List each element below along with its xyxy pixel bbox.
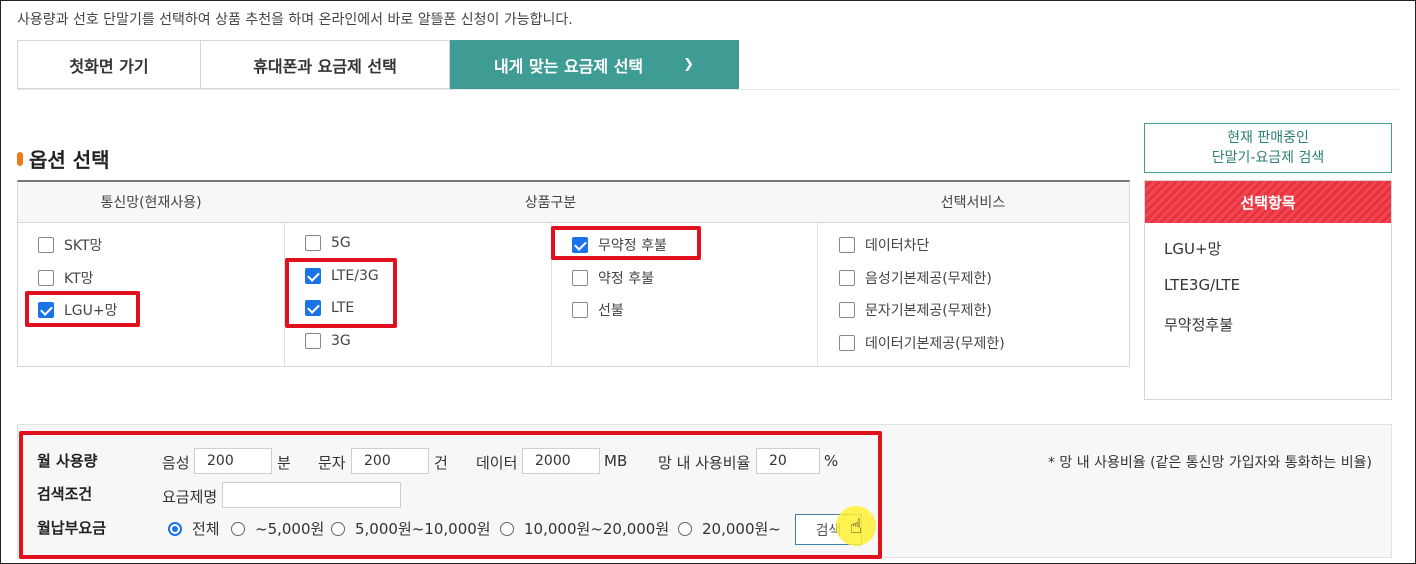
checkbox-voice-unlimited[interactable]: 음성기본제공(무제한) xyxy=(839,268,992,288)
checkbox-box[interactable] xyxy=(38,270,54,286)
column-header-service: 선택서비스 xyxy=(817,182,1129,223)
selected-items-title-text: 선택항목 xyxy=(1240,193,1296,212)
checkbox-label: 데이터차단 xyxy=(865,238,930,254)
checkbox-label: 데이터기본제공(무제한) xyxy=(865,336,1005,352)
search-button-line2: 단말기-요금제 검색 xyxy=(1211,150,1325,166)
checkbox-box[interactable] xyxy=(305,235,321,251)
checkbox-contract-postpaid[interactable]: 약정 후불 xyxy=(572,268,654,288)
column-header-service-text: 선택서비스 xyxy=(940,195,1006,211)
selected-item: LTE3G/LTE xyxy=(1164,276,1241,294)
column-header-network: 통신망(현재사용) xyxy=(18,182,284,223)
checkbox-label: 약정 후불 xyxy=(598,271,654,287)
tab-home[interactable]: 첫화면 가기 xyxy=(17,40,201,89)
device-plan-search-button[interactable]: 현재 판매중인 단말기-요금제 검색 xyxy=(1144,123,1392,173)
ratio-note: * 망 내 사용비율 (같은 통신망 가입자와 통화하는 비율) xyxy=(1047,455,1372,471)
checkbox-prepaid[interactable]: 선불 xyxy=(572,300,624,320)
checkbox-box[interactable] xyxy=(572,302,588,318)
intro-text: 사용량과 선호 단말기를 선택하여 상품 추천을 하며 온라인에서 바로 알뜰폰… xyxy=(17,12,573,28)
checkbox-label: 문자기본제공(무제한) xyxy=(865,303,992,319)
selected-item: LGU+망 xyxy=(1164,240,1222,258)
search-button-line1: 현재 판매중인 xyxy=(1227,130,1309,146)
tab-home-label: 첫화면 가기 xyxy=(69,56,149,76)
selected-items-panel: 선택항목 LGU+망 LTE3G/LTE 무약정후불 xyxy=(1144,180,1392,400)
column-header-product-text: 상품구분 xyxy=(524,195,577,211)
checkbox-label: 선불 xyxy=(598,303,624,319)
checkbox-label: 음성기본제공(무제한) xyxy=(865,271,992,287)
column-header-network-text: 통신망(현재사용) xyxy=(100,195,202,211)
tab-my-plan[interactable]: 내게 맞는 요금제 선택 ❯ xyxy=(450,40,739,89)
checkbox-label: SKT망 xyxy=(64,238,103,254)
section-title: 옵션 선택 xyxy=(17,144,110,173)
tab-phone-plan[interactable]: 휴대폰과 요금제 선택 xyxy=(201,40,450,89)
checkbox-kt[interactable]: KT망 xyxy=(38,268,94,288)
column-header-product: 상품구분 xyxy=(284,182,817,223)
column-divider xyxy=(817,223,818,367)
checkbox-label: KT망 xyxy=(64,271,94,287)
checkbox-label: 3G xyxy=(331,333,351,349)
checkbox-data-unlimited[interactable]: 데이터기본제공(무제한) xyxy=(839,333,1005,353)
checkbox-box[interactable] xyxy=(305,333,321,349)
checkbox-box[interactable] xyxy=(839,335,855,351)
checkbox-skt[interactable]: SKT망 xyxy=(38,235,102,255)
highlight-box xyxy=(19,431,882,559)
checkbox-box[interactable] xyxy=(839,270,855,286)
divider xyxy=(17,89,1399,90)
checkbox-sms-unlimited[interactable]: 문자기본제공(무제한) xyxy=(839,300,992,320)
checkbox-box[interactable] xyxy=(839,237,855,253)
highlight-box xyxy=(551,226,701,260)
highlight-box xyxy=(25,291,140,327)
checkbox-box[interactable] xyxy=(839,302,855,318)
tab-phone-plan-label: 휴대폰과 요금제 선택 xyxy=(253,56,397,76)
checkbox-box[interactable] xyxy=(38,237,54,253)
checkbox-data-block[interactable]: 데이터차단 xyxy=(839,235,929,255)
checkbox-3g[interactable]: 3G xyxy=(305,333,351,349)
chevron-down-icon: ❯ xyxy=(683,57,695,72)
bullet-icon xyxy=(17,151,23,166)
selected-item: 무약정후불 xyxy=(1164,316,1234,334)
section-title-text: 옵션 선택 xyxy=(29,148,110,172)
selected-items-title: 선택항목 xyxy=(1145,181,1391,223)
highlight-box xyxy=(285,258,397,328)
checkbox-box[interactable] xyxy=(572,270,588,286)
step-tabs: 첫화면 가기 휴대폰과 요금제 선택 내게 맞는 요금제 선택 ❯ xyxy=(17,40,739,89)
checkbox-label: 5G xyxy=(331,235,351,251)
tab-my-plan-label: 내게 맞는 요금제 선택 xyxy=(493,56,644,76)
checkbox-5g[interactable]: 5G xyxy=(305,235,351,251)
